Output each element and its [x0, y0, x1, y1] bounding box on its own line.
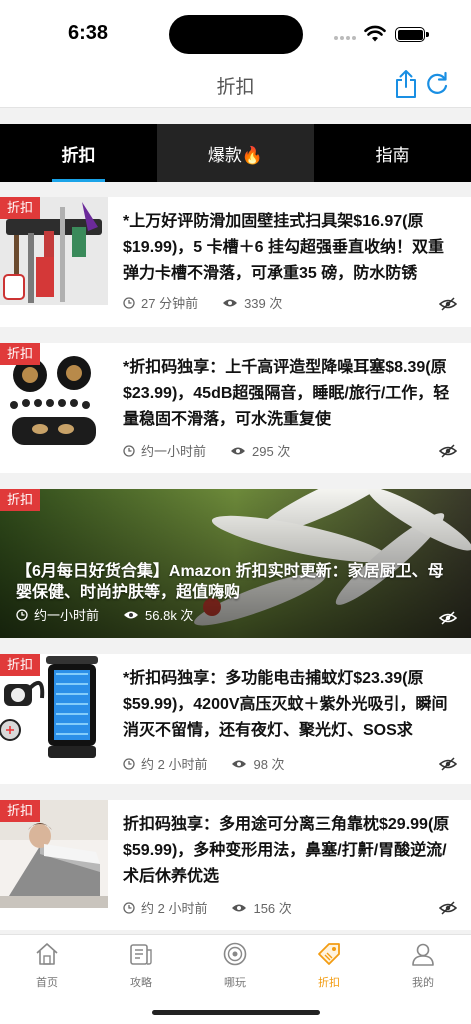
tab-label: 折扣 — [61, 145, 96, 165]
deal-card[interactable]: 折扣 折扣码独享：多用途可分离三角靠枕$29.99(原$59.99)，多种变形用… — [0, 800, 471, 930]
deal-meta: 27 分钟前 339 次 — [123, 293, 282, 312]
bottom-tab-profile[interactable]: 我的 — [376, 935, 470, 991]
guide-icon — [130, 944, 152, 965]
clock-icon — [123, 901, 135, 914]
deal-title: *折扣码独享：多功能电击捕蚊灯$23.39(原$59.99)，4200V高压灭蚊… — [123, 670, 448, 739]
clock-icon — [123, 757, 135, 770]
home-icon — [36, 943, 58, 965]
target-icon — [223, 942, 247, 966]
deal-title: *上万好评防滑加固壁挂式扫具架$16.97(原$19.99)，5 卡槽＋6 挂勾… — [123, 213, 444, 282]
cellular-signal-icon — [334, 34, 356, 42]
hide-eye-icon[interactable] — [439, 757, 457, 771]
bottom-tab-label: 折扣 — [318, 977, 340, 989]
deal-views: 295 次 — [252, 444, 291, 459]
deal-card[interactable]: 折扣 *折扣码独享：多功能电击捕蚊灯$23.39(原$59.99)，4200V高… — [0, 654, 471, 784]
deal-views: 56.8k 次 — [145, 608, 194, 623]
clock-icon — [123, 444, 135, 457]
bottom-tab-discount[interactable]: 折扣 — [282, 935, 376, 991]
share-icon[interactable] — [393, 68, 419, 100]
product-image: 折扣 — [0, 800, 108, 908]
deal-meta: 约一小时前 295 次 — [123, 441, 290, 460]
hide-eye-icon[interactable] — [439, 297, 457, 311]
deal-card[interactable]: 折扣 *上万好评防滑加固壁挂式扫具架$16.97(原$19.99)，5 卡槽＋6… — [0, 197, 471, 327]
home-indicator — [152, 1010, 320, 1015]
product-image: 折扣 — [0, 197, 108, 305]
tab-hot[interactable]: 爆款🔥 — [157, 124, 314, 182]
deal-meta: 约 2 小时前 98 次 — [123, 754, 285, 773]
bottom-tab-explore[interactable]: 哪玩 — [188, 935, 282, 991]
tag-icon — [318, 943, 340, 965]
nav-bar: 折扣 — [0, 62, 471, 108]
tab-guide[interactable]: 指南 — [314, 124, 471, 182]
clock-icon — [16, 608, 28, 621]
deal-meta: 约 2 小时前 156 次 — [123, 898, 292, 917]
status-time: 6:38 — [68, 22, 109, 44]
deal-time: 约一小时前 — [34, 608, 100, 623]
deal-title: *折扣码独享：上千高评造型降噪耳塞$8.39(原$23.99)，45dB超强隔音… — [123, 359, 450, 428]
discount-badge: 折扣 — [0, 197, 41, 219]
discount-badge: 折扣 — [0, 654, 41, 676]
wifi-icon — [364, 25, 386, 42]
refresh-icon[interactable] — [424, 70, 450, 98]
status-bar: 6:38 — [0, 0, 471, 62]
deal-views: 156 次 — [253, 901, 292, 916]
views-eye-icon — [124, 611, 139, 618]
bottom-tab-label: 攻略 — [130, 977, 152, 989]
bottom-tab-label: 哪玩 — [224, 977, 246, 989]
bottom-tab-label: 首页 — [36, 977, 58, 989]
tab-label: 指南 — [375, 145, 410, 165]
banner-title: 【6月每日好货合集】Amazon 折扣实时更新：家居厨卫、母婴保健、时尚护肤等，… — [16, 563, 444, 601]
views-eye-icon — [223, 299, 238, 306]
deal-time: 27 分钟前 — [141, 296, 199, 311]
product-image: 折扣 — [0, 343, 108, 451]
category-tab-bar: 折扣 爆款🔥 指南 — [0, 124, 471, 182]
discount-badge: 折扣 — [0, 343, 41, 365]
deal-card[interactable]: 折扣 *折扣码独享：上千高评造型降噪耳塞$8.39(原$23.99)，45dB超… — [0, 343, 471, 473]
battery-icon — [395, 27, 429, 42]
hide-eye-icon[interactable] — [439, 444, 457, 458]
bottom-tab-home[interactable]: 首页 — [0, 935, 94, 991]
bottom-tab-label: 我的 — [412, 977, 434, 989]
hide-eye-icon[interactable] — [439, 611, 457, 625]
tab-discount[interactable]: 折扣 — [0, 124, 157, 182]
deal-views: 98 次 — [253, 757, 285, 772]
featured-banner[interactable]: 折扣 【6月每日好货合集】Amazon 折扣实时更新：家居厨卫、母婴保健、时尚护… — [0, 489, 471, 638]
clock-icon — [123, 296, 135, 309]
tab-label: 爆款🔥 — [207, 145, 264, 165]
deal-title: 折扣码独享：多用途可分离三角靠枕$29.99(原$59.99)，多种变形用法，鼻… — [123, 816, 450, 885]
bottom-tab-guide[interactable]: 攻略 — [94, 935, 188, 991]
banner-meta: 约一小时前 56.8k 次 — [16, 605, 193, 624]
active-tab-indicator — [52, 179, 105, 182]
deal-time: 约一小时前 — [141, 444, 207, 459]
dynamic-island — [169, 15, 303, 54]
hide-eye-icon[interactable] — [439, 901, 457, 915]
product-image: 折扣 — [0, 654, 108, 762]
views-eye-icon — [232, 760, 247, 767]
discount-badge: 折扣 — [0, 489, 41, 511]
deal-time: 约 2 小时前 — [141, 901, 208, 916]
discount-badge: 折扣 — [0, 800, 41, 822]
views-eye-icon — [232, 904, 247, 911]
views-eye-icon — [231, 447, 246, 454]
profile-icon — [412, 943, 434, 966]
deal-time: 约 2 小时前 — [141, 757, 208, 772]
deal-views: 339 次 — [244, 296, 283, 311]
